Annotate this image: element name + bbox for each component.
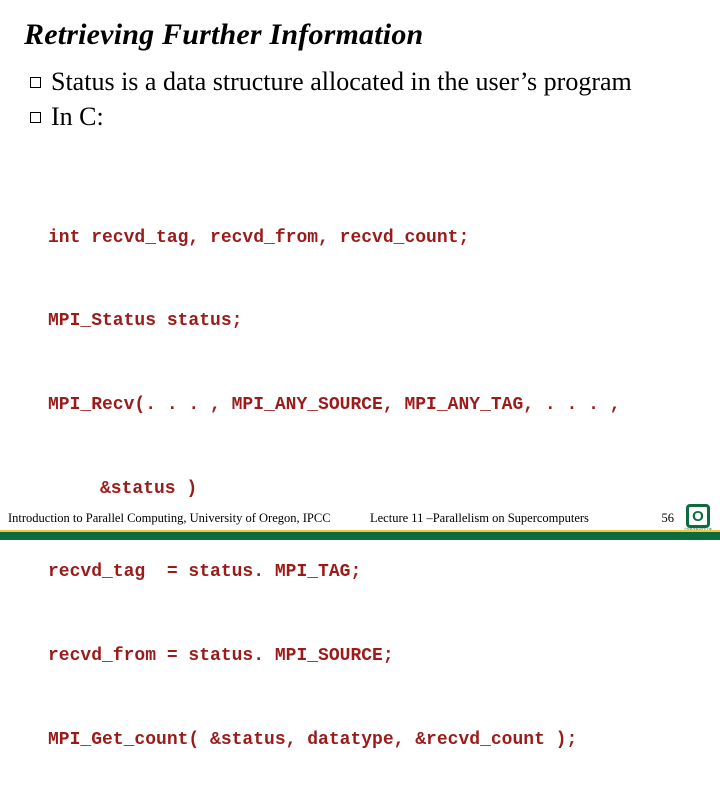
page-number: 56 <box>662 511 675 526</box>
code-line: recvd_from = status. MPI_SOURCE; <box>48 643 686 671</box>
bullet-text: Status is a data structure allocated in … <box>51 66 696 99</box>
code-line: int recvd_tag, recvd_from, recvd_count; <box>48 225 686 253</box>
logo-letter: O <box>686 504 710 528</box>
code-line: MPI_Status status; <box>48 308 686 336</box>
footer-green-bar <box>0 532 720 540</box>
bullet-square-icon <box>30 112 41 123</box>
bullet-list: Status is a data structure allocated in … <box>30 66 696 133</box>
code-line: MPI_Recv(. . . , MPI_ANY_SOURCE, MPI_ANY… <box>48 392 686 420</box>
bullet-text: In C: <box>51 101 696 134</box>
code-line: MPI_Get_count( &status, datatype, &recvd… <box>48 727 686 755</box>
bullet-item: Status is a data structure allocated in … <box>30 66 696 99</box>
code-line: recvd_tag = status. MPI_TAG; <box>48 559 686 587</box>
bullet-item: In C: <box>30 101 696 134</box>
footer-left-text: Introduction to Parallel Computing, Univ… <box>8 511 331 526</box>
slide-footer: Introduction to Parallel Computing, Univ… <box>0 506 720 540</box>
footer-center-text: Lecture 11 –Parallelism on Supercomputer… <box>370 511 589 526</box>
slide-body: Retrieving Further Information Status is… <box>0 0 720 540</box>
code-line: &status ) <box>48 476 686 504</box>
bullet-square-icon <box>30 77 41 88</box>
code-block: int recvd_tag, recvd_from, recvd_count; … <box>48 169 686 810</box>
slide-title: Retrieving Further Information <box>24 18 696 52</box>
